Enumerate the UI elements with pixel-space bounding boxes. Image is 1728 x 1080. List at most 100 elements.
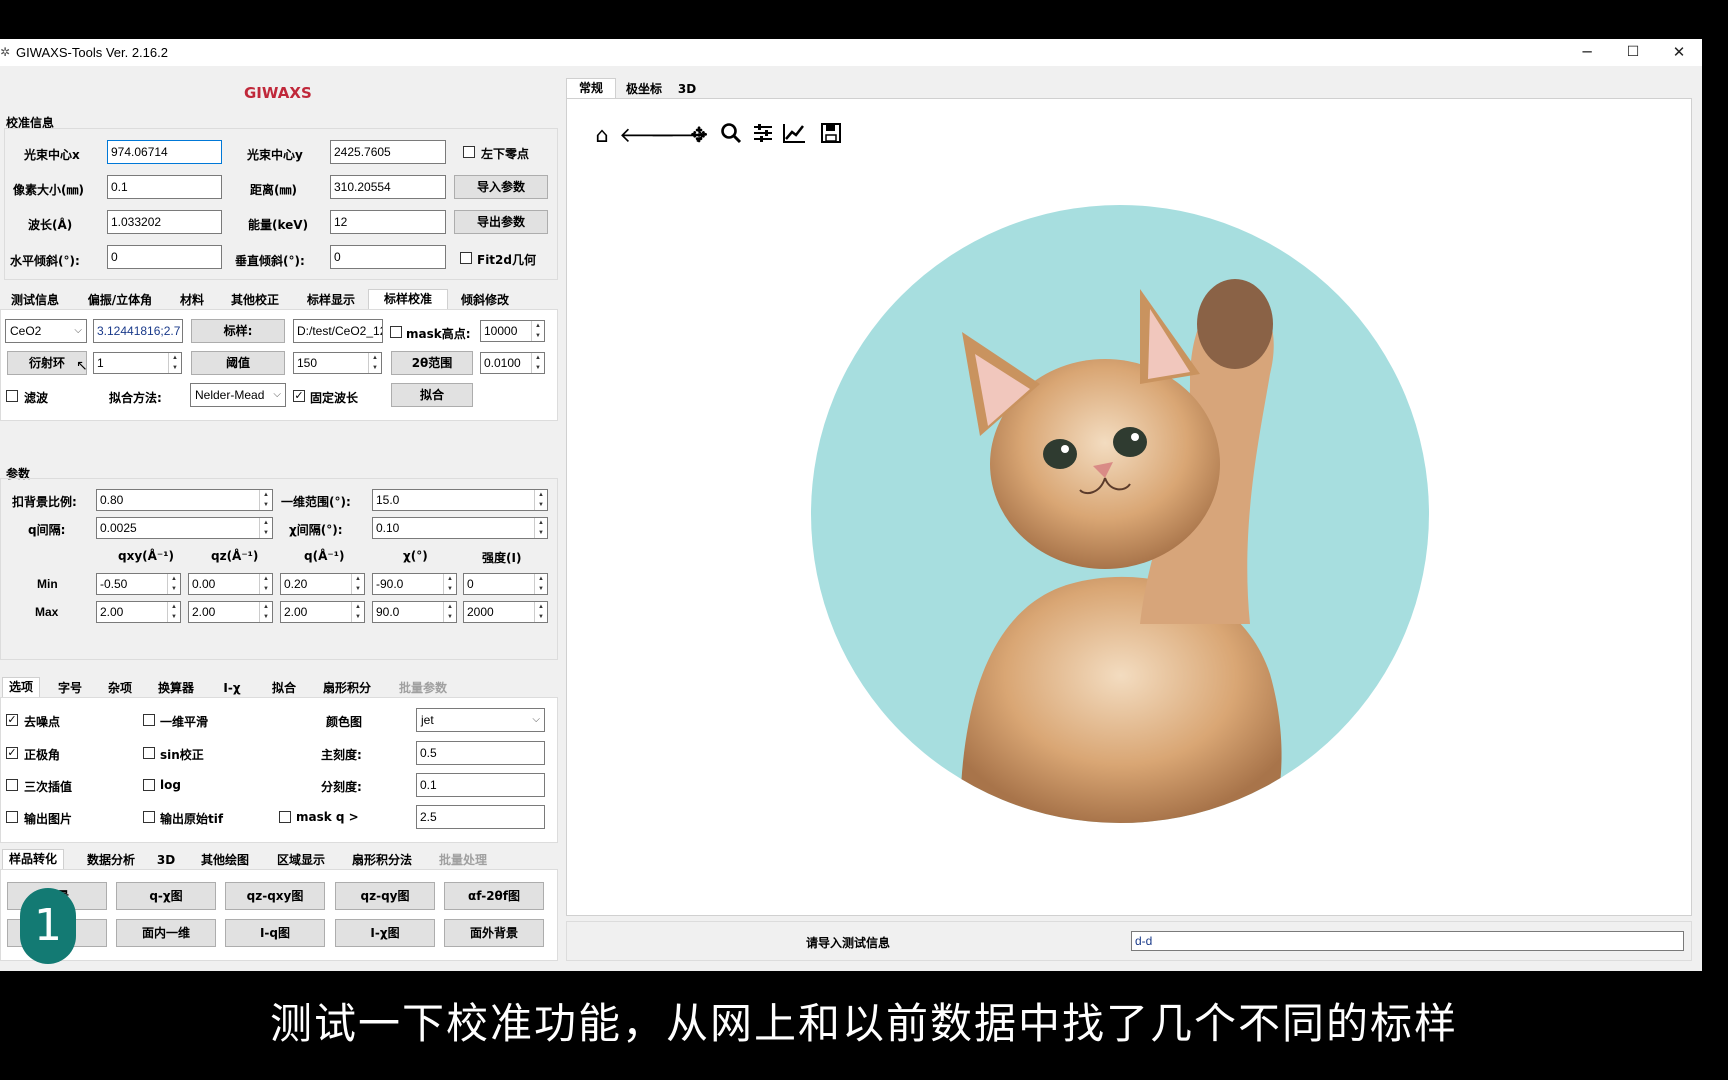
import-params-button[interactable]: 导入参数: [454, 175, 548, 199]
standard-path-input[interactable]: D:/test/CeO2_12: [293, 319, 383, 343]
ring-spinbox[interactable]: 1 ▲ ▼: [93, 352, 182, 374]
bg-ratio-spinbox[interactable]: 0.80 ▲ ▼: [96, 489, 273, 511]
chi-step-spinbox[interactable]: 0.10 ▲ ▼: [372, 517, 548, 539]
spin-arrows-icon[interactable]: ▲ ▼: [259, 490, 272, 510]
cubic-interp-checkbox[interactable]: [6, 779, 18, 791]
tab-test-info[interactable]: 测试信息: [6, 291, 64, 310]
spin-arrows-icon[interactable]: ▲ ▼: [368, 353, 381, 373]
tab-font-size[interactable]: 字号: [54, 679, 86, 698]
tab-options[interactable]: 选项: [2, 677, 40, 699]
chi-max-spinbox[interactable]: 90.0 ▲ ▼: [372, 601, 457, 623]
qz-max-spinbox[interactable]: 2.00 ▲ ▼: [188, 601, 273, 623]
configure-subplots-icon[interactable]: [750, 122, 776, 148]
qxy-min-spinbox[interactable]: -0.50 ▲ ▼: [96, 573, 181, 595]
d-values-input[interactable]: 3.12441816;2.7: [93, 319, 183, 343]
tab-sector-integration[interactable]: 扇形积分: [318, 679, 376, 698]
spin-arrows-icon[interactable]: ▲ ▼: [443, 574, 456, 594]
fit-method-select[interactable]: Nelder-Mead ⌵: [190, 383, 286, 407]
beam-x-input[interactable]: 974.06714: [107, 140, 222, 164]
qz-qy-plot-button[interactable]: qz-qy图: [335, 882, 435, 910]
log-checkbox[interactable]: [143, 779, 155, 791]
q-min-spinbox[interactable]: 0.20 ▲ ▼: [280, 573, 365, 595]
mask-high-checkbox[interactable]: [390, 326, 402, 338]
spin-arrows-icon[interactable]: ▲ ▼: [534, 574, 547, 594]
tab-sector-method[interactable]: 扇形积分法: [348, 851, 416, 870]
back-arrow-icon[interactable]: 🡐: [619, 122, 675, 148]
maximize-button[interactable]: ☐: [1610, 39, 1656, 66]
mask-high-spinbox[interactable]: 10000 ▲ ▼: [480, 320, 545, 342]
tab-polar[interactable]: 极坐标: [620, 80, 668, 99]
denoise-checkbox[interactable]: ✓: [6, 714, 18, 726]
fixed-wavelength-checkbox[interactable]: ✓: [293, 390, 305, 402]
af-2tf-plot-button[interactable]: αf-2θf图: [444, 882, 544, 910]
colormap-select[interactable]: jet ⌵: [416, 708, 545, 732]
tab-other-correction[interactable]: 其他校正: [226, 291, 284, 310]
export-image-checkbox[interactable]: [6, 811, 18, 823]
chi-min-spinbox[interactable]: -90.0 ▲ ▼: [372, 573, 457, 595]
q-chi-plot-button[interactable]: q-χ图: [116, 882, 216, 910]
status-input[interactable]: d-d: [1131, 931, 1684, 951]
tab-region-display[interactable]: 区域显示: [272, 851, 330, 870]
diffraction-ring-button[interactable]: 衍射环: [7, 351, 87, 375]
edit-axis-icon[interactable]: [781, 122, 807, 148]
mask-q-input[interactable]: 2.5: [416, 805, 545, 829]
tab-tilt-edit[interactable]: 倾斜修改: [456, 291, 514, 310]
forward-arrow-icon[interactable]: 🡒: [650, 122, 706, 148]
q-step-spinbox[interactable]: 0.0025 ▲ ▼: [96, 517, 273, 539]
spin-arrows-icon[interactable]: ▲ ▼: [534, 490, 547, 510]
spin-arrows-icon[interactable]: ▲ ▼: [168, 353, 181, 373]
out-of-plane-bg-button[interactable]: 面外背景: [444, 919, 544, 947]
threshold-spinbox[interactable]: 150 ▲ ▼: [293, 352, 382, 374]
material-select[interactable]: CeO2 ⌵: [5, 319, 87, 343]
spin-arrows-icon[interactable]: ▲ ▼: [443, 602, 456, 622]
qxy-max-spinbox[interactable]: 2.00 ▲ ▼: [96, 601, 181, 623]
tab-3d-proc[interactable]: 3D: [156, 851, 176, 870]
sin-correction-checkbox[interactable]: [143, 747, 155, 759]
minimize-button[interactable]: ─: [1564, 39, 1610, 66]
spin-arrows-icon[interactable]: ▲ ▼: [351, 602, 364, 622]
spin-arrows-icon[interactable]: ▲ ▼: [531, 321, 544, 341]
threshold-button[interactable]: 阈值: [191, 351, 285, 375]
range-1d-spinbox[interactable]: 15.0 ▲ ▼: [372, 489, 548, 511]
spin-arrows-icon[interactable]: ▲ ▼: [534, 518, 547, 538]
h-tilt-input[interactable]: 0: [107, 245, 222, 269]
tab-3d-view[interactable]: 3D: [672, 80, 702, 99]
in-plane-1d-button[interactable]: 面内一维: [116, 919, 216, 947]
spin-arrows-icon[interactable]: ▲ ▼: [531, 353, 544, 373]
i-q-plot-button[interactable]: I-q图: [225, 919, 325, 947]
v-tilt-input[interactable]: 0: [330, 245, 446, 269]
tab-material[interactable]: 材料: [176, 291, 208, 310]
pixel-size-input[interactable]: 0.1: [107, 175, 222, 199]
save-icon[interactable]: [818, 122, 844, 148]
energy-input[interactable]: 12: [330, 210, 446, 234]
qz-min-spinbox[interactable]: 0.00 ▲ ▼: [188, 573, 273, 595]
fit2d-checkbox[interactable]: [460, 252, 472, 264]
two-theta-range-button[interactable]: 2θ范围: [391, 351, 473, 375]
bottom-left-zero-checkbox[interactable]: [463, 146, 475, 158]
tab-normal[interactable]: 常规: [566, 78, 616, 100]
home-icon[interactable]: ⌂: [589, 122, 615, 148]
tab-polarization[interactable]: 偏振/立体角: [80, 291, 160, 310]
tab-data-analysis[interactable]: 数据分析: [82, 851, 140, 870]
intensity-max-spinbox[interactable]: 2000 ▲ ▼: [463, 601, 548, 623]
filter-checkbox[interactable]: [6, 390, 18, 402]
fit-button[interactable]: 拟合: [391, 383, 473, 407]
pan-icon[interactable]: ✥: [686, 122, 712, 148]
tab-standard-display[interactable]: 标样显示: [302, 291, 360, 310]
qz-qxy-plot-button[interactable]: qz-qxy图: [225, 882, 325, 910]
tab-standard-calibration[interactable]: 标样校准: [368, 289, 448, 311]
mask-q-checkbox[interactable]: [279, 811, 291, 823]
q-max-spinbox[interactable]: 2.00 ▲ ▼: [280, 601, 365, 623]
distance-input[interactable]: 310.20554: [330, 175, 446, 199]
wavelength-input[interactable]: 1.033202: [107, 210, 222, 234]
spin-arrows-icon[interactable]: ▲ ▼: [534, 602, 547, 622]
spin-arrows-icon[interactable]: ▲ ▼: [167, 602, 180, 622]
polar-angle-checkbox[interactable]: ✓: [6, 747, 18, 759]
zoom-icon[interactable]: [718, 122, 744, 148]
spin-arrows-icon[interactable]: ▲ ▼: [167, 574, 180, 594]
tab-i-chi[interactable]: I-χ: [214, 679, 250, 698]
major-tick-input[interactable]: 0.5: [416, 741, 545, 765]
two-theta-spinbox[interactable]: 0.0100 ▲ ▼: [480, 352, 545, 374]
i-chi-plot-button[interactable]: I-χ图: [335, 919, 435, 947]
tab-other-plots[interactable]: 其他绘图: [196, 851, 254, 870]
